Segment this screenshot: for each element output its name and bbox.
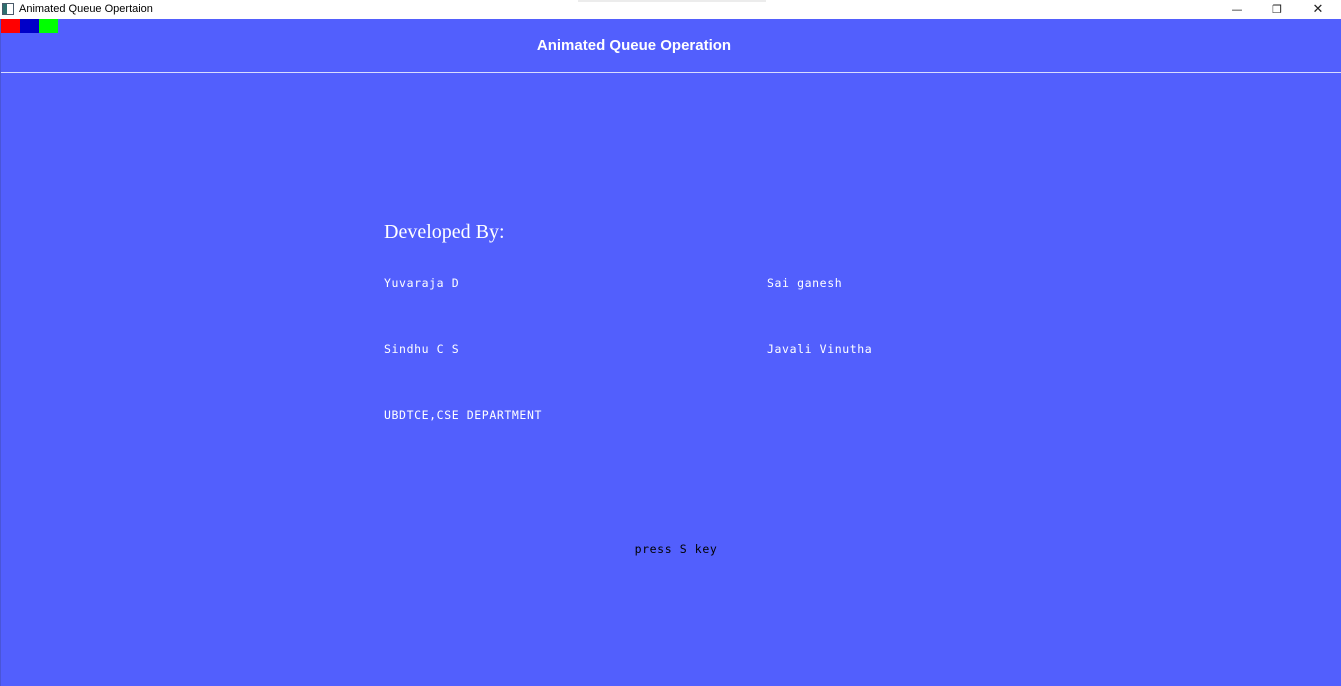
window-title: Animated Queue Opertaion [19, 3, 153, 15]
restore-button[interactable]: ❐ [1257, 0, 1297, 19]
header-divider [1, 72, 1341, 73]
developer-name: Javali Vinutha [767, 342, 873, 356]
title-bar: Animated Queue Opertaion — ❐ ✕ [0, 0, 1341, 19]
developer-name: Yuvaraja D [384, 276, 460, 290]
title-bar-shadow [578, 0, 766, 2]
color-swatch-red[interactable] [1, 19, 20, 33]
start-prompt: press S key [634, 542, 718, 556]
application-window: Animated Queue Opertaion — ❐ ✕ Animated … [0, 0, 1341, 686]
close-button[interactable]: ✕ [1298, 0, 1338, 19]
developer-name: Sindhu C S [384, 342, 460, 356]
app-icon [2, 3, 14, 15]
department-label: UBDTCE,CSE DEPARTMENT [384, 408, 542, 422]
developer-name: Sai ganesh [767, 276, 843, 290]
page-title: Animated Queue Operation [536, 37, 732, 54]
color-swatch-green[interactable] [39, 19, 58, 33]
color-swatch-blue[interactable] [20, 19, 39, 33]
render-canvas[interactable]: Animated Queue Operation Developed By: Y… [0, 19, 1341, 686]
developed-by-heading: Developed By: [384, 221, 505, 243]
minimize-button[interactable]: — [1217, 0, 1257, 19]
